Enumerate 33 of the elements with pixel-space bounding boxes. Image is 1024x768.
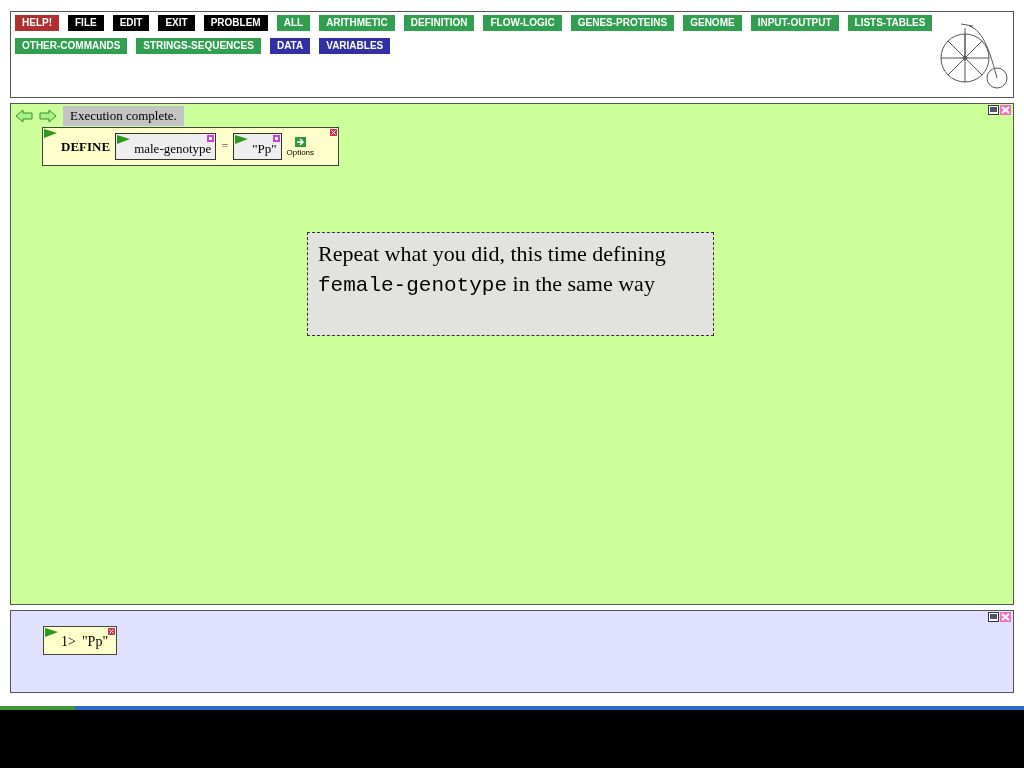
flag-icon[interactable]: [45, 628, 58, 638]
handle-icon[interactable]: [207, 135, 215, 142]
variable-name: male-genotype: [134, 140, 212, 157]
value-text: "Pp": [252, 140, 277, 157]
equals-sign: =: [221, 139, 229, 154]
result-block[interactable]: 1> "Pp": [43, 626, 117, 655]
flag-icon[interactable]: [117, 135, 131, 145]
handle-icon[interactable]: [272, 135, 280, 142]
menu-button[interactable]: VARIABLES: [319, 38, 391, 54]
window-icon[interactable]: [988, 612, 999, 622]
instruction-note: Repeat what you did, this time defining female-genotype in the same way: [307, 232, 714, 336]
define-keyword: DEFINE: [61, 138, 111, 155]
forward-arrow-icon[interactable]: [39, 109, 57, 123]
status-message: Execution complete.: [63, 106, 184, 126]
value-slot[interactable]: "Pp": [233, 133, 282, 160]
define-block[interactable]: DEFINE male-genotype = "Pp" Options: [42, 127, 339, 166]
options-link[interactable]: Options: [286, 147, 315, 157]
close-icon[interactable]: [108, 628, 115, 635]
window-icon[interactable]: [988, 105, 999, 115]
menu-button[interactable]: EXIT: [158, 15, 195, 31]
prompt-text: 1>: [61, 633, 76, 650]
back-arrow-icon[interactable]: [15, 109, 33, 123]
flag-icon[interactable]: [44, 129, 57, 139]
result-value: "Pp": [81, 633, 109, 650]
menu-button[interactable]: HELP!: [15, 15, 59, 31]
menu-button[interactable]: PROBLEM: [203, 15, 268, 31]
menu-button[interactable]: DATA: [269, 38, 311, 54]
name-slot[interactable]: male-genotype: [115, 133, 217, 160]
flag-icon[interactable]: [235, 135, 249, 145]
arrow-icon[interactable]: [294, 136, 306, 147]
menu-button[interactable]: EDIT: [112, 15, 150, 31]
close-icon[interactable]: [330, 129, 337, 136]
menu-button[interactable]: FILE: [68, 15, 104, 31]
